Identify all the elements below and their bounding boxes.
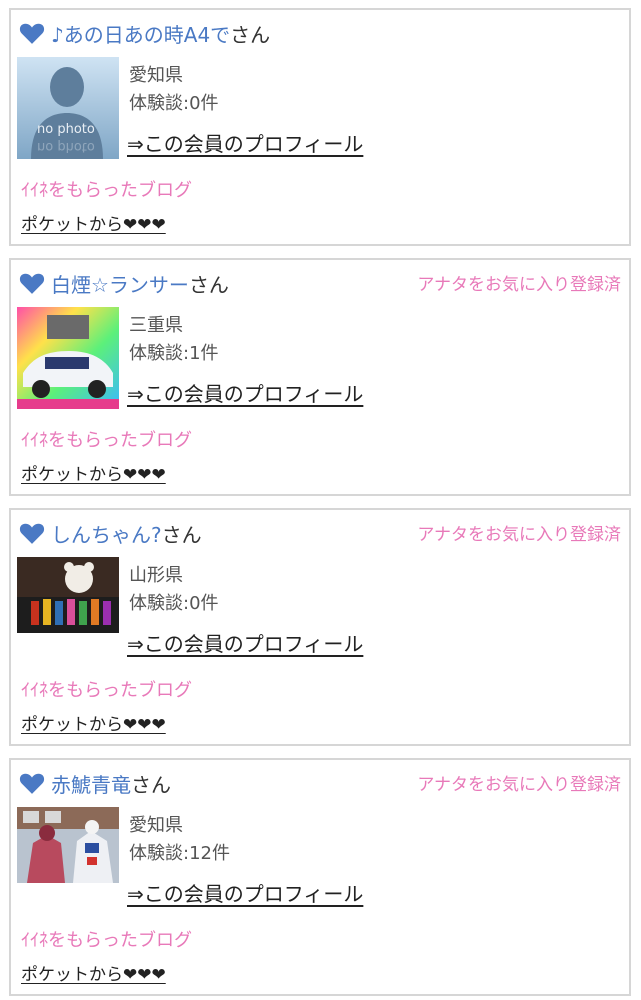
name-suffix: さん: [161, 522, 202, 547]
name-suffix: さん: [188, 272, 229, 297]
profile-link[interactable]: ⇒この会員のプロフィール: [127, 128, 363, 157]
member-name-link[interactable]: 赤鯱青竜: [51, 769, 131, 798]
pocket-link[interactable]: ポケットから❤❤❤: [21, 210, 166, 235]
experience-count: 体験談:0件: [129, 593, 219, 614]
member-avatar[interactable]: [17, 557, 119, 633]
member-name-link[interactable]: ♪あの日あの時A4で: [51, 19, 230, 48]
member-header: 白煙☆ランサー さん: [19, 268, 229, 298]
no-photo-image: no photo no photo: [17, 57, 119, 159]
name-suffix: さん: [131, 772, 171, 797]
liked-blog-link[interactable]: ｲｲﾈをもらったブログ: [21, 176, 192, 202]
liked-blog-link[interactable]: ｲｲﾈをもらったブログ: [21, 426, 192, 452]
member-card: しんちゃん? さん アナタをお気に入り登録済 山形県 体験談:0件 ⇒この会員のプ…: [9, 508, 631, 746]
member-info: 愛知県 体験談:12件: [129, 812, 230, 868]
favorite-badge: アナタをお気に入り登録済: [417, 775, 621, 795]
member-avatar[interactable]: [17, 807, 119, 883]
liked-blog-link[interactable]: ｲｲﾈをもらったブログ: [21, 676, 192, 702]
prefecture: 愛知県: [129, 65, 183, 86]
robot-statue-photo: [17, 807, 119, 883]
favorite-badge: アナタをお気に入り登録済: [417, 525, 621, 545]
member-header: ♪あの日あの時A4で さん: [19, 18, 270, 48]
heart-icon: [19, 273, 45, 294]
experience-count: 体験談:12件: [129, 843, 230, 864]
member-header: 赤鯱青竜 さん: [19, 768, 171, 798]
member-info: 三重県 体験談:1件: [129, 312, 219, 368]
heart-icon: [19, 773, 45, 794]
member-card: ♪あの日あの時A4で さん no photo no photo 愛知県 体験談:0…: [9, 8, 631, 246]
prefecture: 山形県: [129, 565, 183, 586]
prefecture: 三重県: [129, 315, 183, 336]
pocket-link[interactable]: ポケットから❤❤❤: [21, 960, 166, 985]
member-avatar[interactable]: [17, 307, 119, 409]
member-info: 愛知県 体験談:0件: [129, 62, 219, 118]
member-avatar[interactable]: no photo no photo: [17, 57, 119, 159]
no-photo-label-reflection: no photo: [37, 139, 95, 154]
prefecture: 愛知県: [129, 815, 183, 836]
toys-photo: [17, 557, 119, 633]
no-photo-label: no photo: [37, 122, 95, 137]
member-card: 赤鯱青竜 さん アナタをお気に入り登録済 愛知県 体験談:12件 ⇒この会員のプロ…: [9, 758, 631, 996]
profile-link[interactable]: ⇒この会員のプロフィール: [127, 878, 363, 907]
heart-icon: [19, 523, 45, 544]
member-card: 白煙☆ランサー さん アナタをお気に入り登録済 三重県 体験談:1件 ⇒この会員の…: [9, 258, 631, 496]
member-info: 山形県 体験談:0件: [129, 562, 219, 618]
name-suffix: さん: [230, 22, 271, 47]
member-name-link[interactable]: しんちゃん?: [51, 519, 162, 548]
profile-link[interactable]: ⇒この会員のプロフィール: [127, 378, 363, 407]
heart-icon: [19, 23, 45, 44]
liked-blog-link[interactable]: ｲｲﾈをもらったブログ: [21, 926, 192, 952]
member-header: しんちゃん? さん: [19, 518, 202, 548]
member-name-link[interactable]: 白煙☆ランサー: [51, 269, 189, 298]
favorite-badge: アナタをお気に入り登録済: [417, 275, 621, 295]
car-photo: [17, 307, 119, 409]
experience-count: 体験談:1件: [129, 343, 219, 364]
pocket-link[interactable]: ポケットから❤❤❤: [21, 710, 166, 735]
experience-count: 体験談:0件: [129, 93, 219, 114]
profile-link[interactable]: ⇒この会員のプロフィール: [127, 628, 363, 657]
pocket-link[interactable]: ポケットから❤❤❤: [21, 460, 166, 485]
